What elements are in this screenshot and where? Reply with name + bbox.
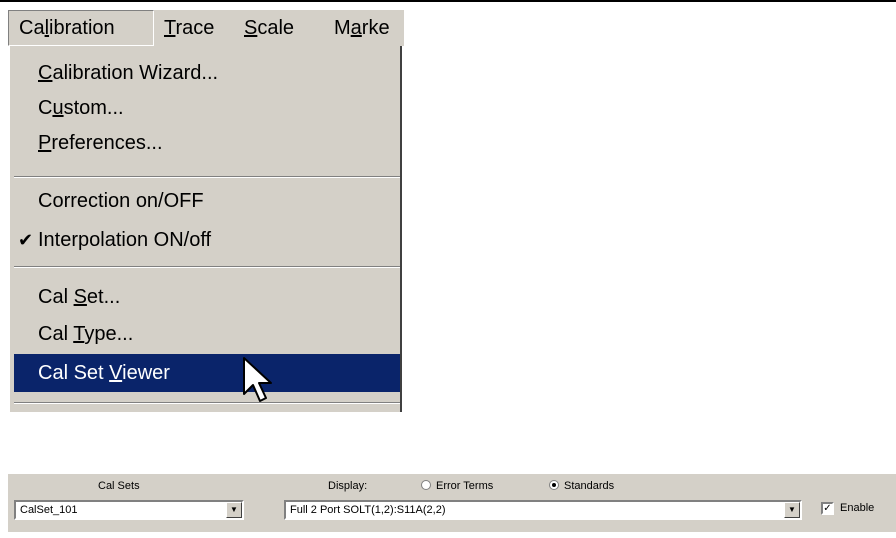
menu-item-cal-set-viewer[interactable]: Cal Set Viewer [14, 354, 400, 392]
menu-item-correction[interactable]: Correction on/OFF [14, 184, 400, 218]
cal-sets-label: Cal Sets [98, 480, 140, 492]
menu-bar: Calibration Trace Scale Marke [8, 10, 404, 46]
chevron-down-icon[interactable]: ▼ [226, 502, 242, 518]
cal-set-viewer-toolbar: Cal Sets Display: Error Terms Standards … [8, 474, 896, 532]
menu-item-preferences[interactable]: Preferences... [14, 126, 400, 160]
standards-label: Standards [564, 480, 615, 492]
menu-calibration[interactable]: Calibration [8, 10, 154, 46]
enable-checkbox[interactable]: ✓ [821, 502, 834, 515]
menu-trace[interactable]: Trace [164, 10, 214, 46]
error-terms-label: Error Terms [436, 480, 494, 492]
error-terms-radio[interactable] [421, 480, 431, 490]
standard-select[interactable]: Full 2 Port SOLT(1,2):S11A(2,2) ▼ [284, 500, 802, 520]
cal-set-select[interactable]: CalSet_101 ▼ [14, 500, 244, 520]
enable-label: Enable [840, 502, 875, 514]
menu-item-calibration-wizard[interactable]: Calibration Wizard... [14, 56, 400, 90]
menu-separator [14, 266, 400, 268]
menu-marker[interactable]: Marke [334, 10, 390, 46]
chevron-down-icon[interactable]: ▼ [784, 502, 800, 518]
menu-separator [14, 176, 400, 178]
menu-item-cal-set[interactable]: Cal Set... [14, 280, 400, 314]
checkmark-icon: ✔ [18, 230, 34, 250]
menu-separator [14, 402, 400, 404]
top-border-line [0, 0, 896, 2]
calibration-dropdown-menu: Calibration Wizard... Custom... Preferen… [8, 46, 402, 412]
menu-scale[interactable]: Scale [244, 10, 294, 46]
arrow-pointer-icon [243, 357, 272, 402]
display-label: Display: [328, 480, 368, 492]
menu-item-interpolation[interactable]: ✔ Interpolation ON/off [14, 223, 400, 257]
menu-item-custom[interactable]: Custom... [14, 91, 400, 125]
menu-item-cal-type[interactable]: Cal Type... [14, 317, 400, 351]
standards-radio[interactable] [549, 480, 559, 490]
